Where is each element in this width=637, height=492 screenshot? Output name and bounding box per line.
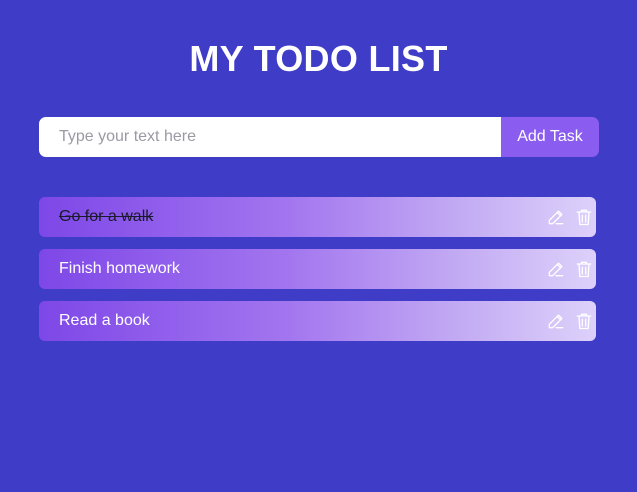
todo-app: MY TODO LIST Add Task Go for a walk Fini… (0, 0, 637, 492)
todo-item[interactable]: Go for a walk (39, 197, 596, 237)
todo-text[interactable]: Go for a walk (59, 208, 153, 226)
add-task-button[interactable]: Add Task (501, 117, 599, 157)
todo-list: Go for a walk Finish homework Read a boo… (39, 197, 596, 353)
todo-text[interactable]: Finish homework (59, 260, 180, 278)
todo-actions (546, 197, 594, 237)
todo-text[interactable]: Read a book (59, 312, 150, 330)
todo-item[interactable]: Finish homework (39, 249, 596, 289)
todo-actions (546, 249, 594, 289)
edit-icon[interactable] (546, 310, 566, 332)
trash-icon[interactable] (574, 310, 594, 332)
edit-icon[interactable] (546, 206, 566, 228)
task-input[interactable] (39, 117, 501, 157)
todo-item[interactable]: Read a book (39, 301, 596, 341)
trash-icon[interactable] (574, 258, 594, 280)
todo-actions (546, 301, 594, 341)
page-title: MY TODO LIST (189, 38, 448, 79)
trash-icon[interactable] (574, 206, 594, 228)
edit-icon[interactable] (546, 258, 566, 280)
add-task-form: Add Task (39, 117, 599, 157)
